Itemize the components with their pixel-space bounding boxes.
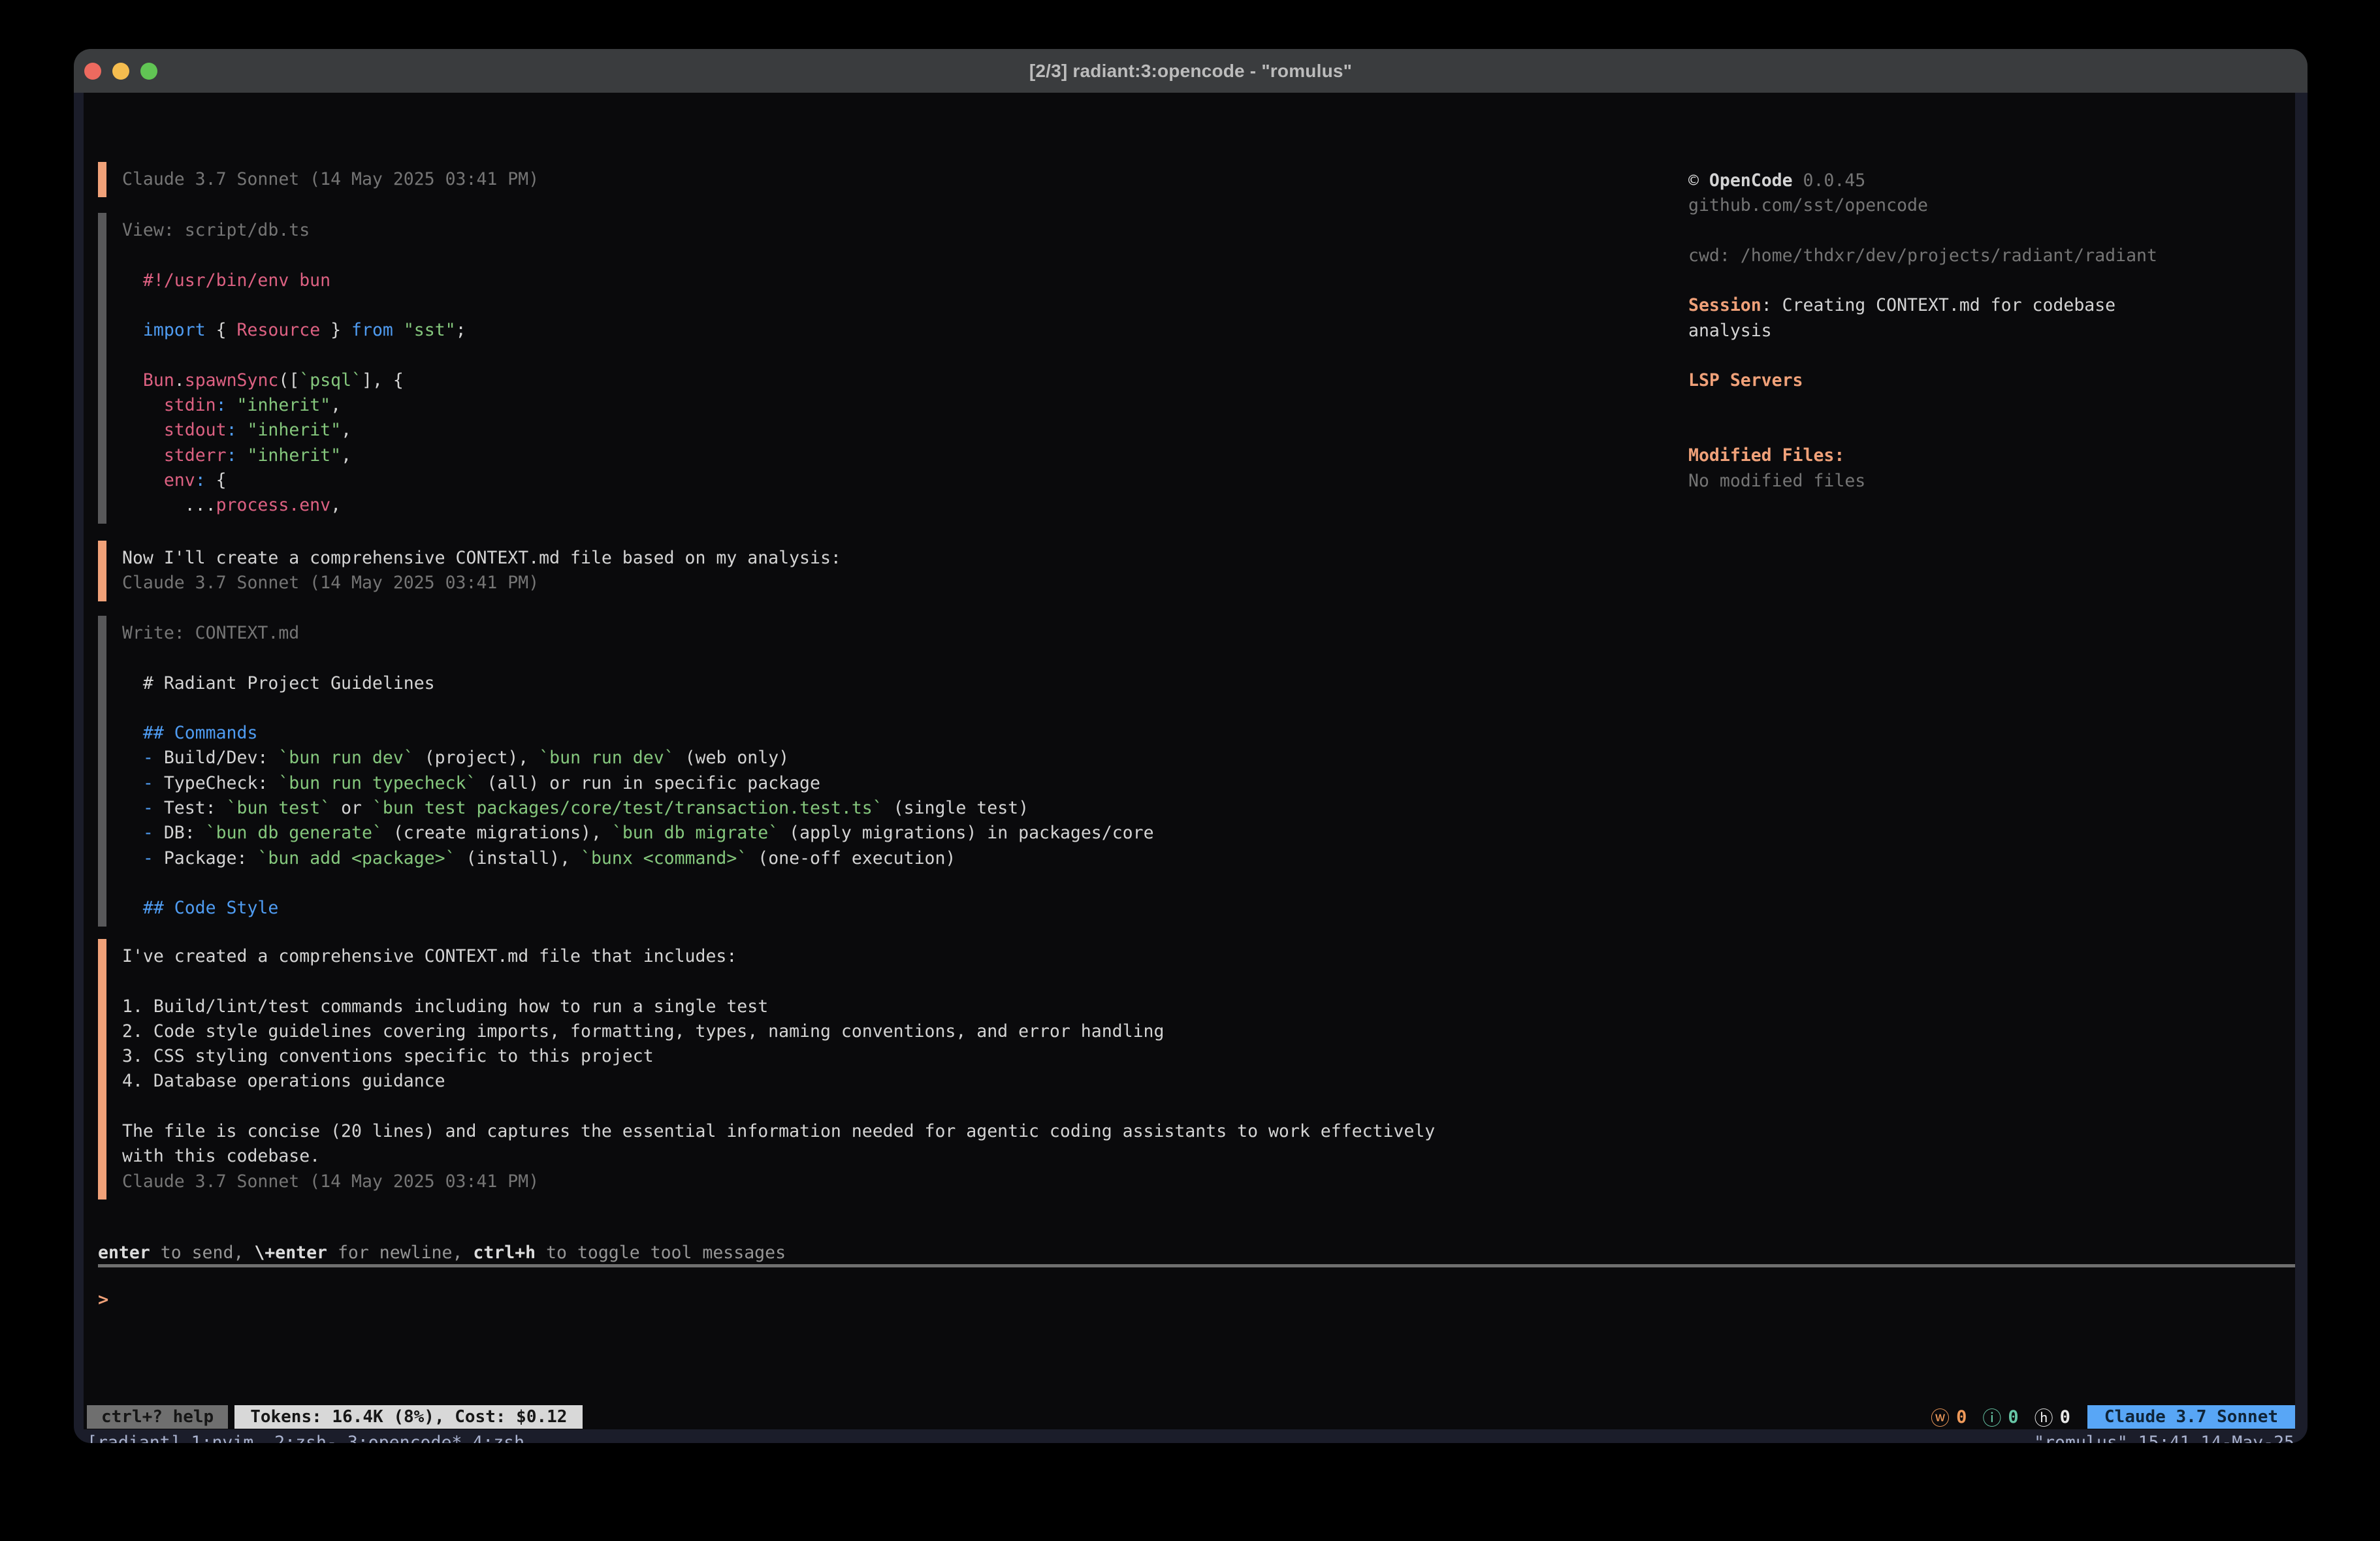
text-line [122,969,1435,994]
info-count: 0 [2008,1407,2018,1427]
text-line [122,343,466,368]
text-line: stderr: "inherit", [122,443,466,468]
assistant-summary-block: I've created a comprehensive CONTEXT.md … [98,939,1435,1199]
text-line: Claude 3.7 Sonnet (14 May 2025 03:41 PM) [122,167,539,192]
text-line [1688,419,2308,443]
warnings-count: 0 [1956,1407,1967,1427]
tmux-status-bar: [radiant] 1:nvim 2:zsh- 3:opencode* 4:zs… [74,1429,2308,1443]
tokens-cost-chip: Tokens: 16.4K (8%), Cost: $0.12 [234,1405,583,1429]
text-line: - Package: `bun add <package>` (install)… [122,846,1154,871]
text-line: 1. Build/lint/test commands including ho… [122,994,1435,1019]
text-line [1688,268,2308,293]
text-line: Claude 3.7 Sonnet (14 May 2025 03:41 PM) [122,571,841,596]
text-line [122,243,466,268]
assistant-message-block: Now I'll create a comprehensive CONTEXT.… [98,541,841,601]
text-line: github.com/sst/opencode [1688,193,2308,218]
text-line: stdout: "inherit", [122,418,466,443]
text-line: # Radiant Project Guidelines [122,671,1154,696]
warnings-icon: ⓦ [1931,1403,1950,1431]
window-titlebar: [2/3] radiant:3:opencode - "romulus" [74,49,2308,93]
text-line: import { Resource } from "sst"; [122,318,466,343]
text-line: No modified files [1688,469,2308,494]
text-line: Write: CONTEXT.md [122,621,1154,646]
text-line [1688,394,2308,419]
text-line: Now I'll create a comprehensive CONTEXT.… [122,546,841,571]
text-line: 2. Code style guidelines covering import… [122,1019,1435,1044]
tool-write-block: Write: CONTEXT.md # Radiant Project Guid… [98,616,1154,927]
info-icon: ⓘ [1982,1403,2001,1431]
text-line: 4. Database operations guidance [122,1069,1435,1094]
text-line: stdin: "inherit", [122,393,466,418]
traffic-lights [84,49,157,93]
diagnostic-info: ⓘ0 [1982,1403,2018,1431]
terminal-content: Claude 3.7 Sonnet (14 May 2025 03:41 PM)… [74,93,2308,1443]
text-line: with this codebase. [122,1144,1435,1169]
text-line [1688,343,2308,368]
text-line: LSP Servers [1688,368,2308,393]
text-line: I've created a comprehensive CONTEXT.md … [122,944,1435,969]
prompt-input[interactable]: > [98,1288,108,1312]
text-line: Modified Files: [1688,443,2308,468]
text-line [122,871,1154,896]
text-line: ...process.env, [122,493,466,518]
text-line: Claude 3.7 Sonnet (14 May 2025 03:41 PM) [122,1169,1435,1194]
text-line [1688,219,2308,244]
tmux-session-info: "romulus" 15:41 14-May-25 [2034,1429,2294,1443]
text-line: - DB: `bun db generate` (create migratio… [122,821,1154,846]
text-line: ## Code Style [122,896,1154,921]
text-line: analysis [1688,319,2308,343]
text-line: - Build/Dev: `bun run dev` (project), `b… [122,746,1154,770]
hints-icon: ⓗ [2034,1403,2053,1431]
model-chip: Claude 3.7 Sonnet [2087,1405,2295,1429]
screen: [2/3] radiant:3:opencode - "romulus" Cla… [0,0,2380,1541]
left-edge-gutter [74,93,84,1443]
text-line: ## Commands [122,721,1154,746]
message-header-block: Claude 3.7 Sonnet (14 May 2025 03:41 PM) [98,162,539,197]
diagnostic-hints: ⓗ0 [2034,1403,2070,1431]
text-line: View: script/db.ts [122,218,466,243]
text-line [122,293,466,318]
keybinding-help-line: enter to send, \+enter for newline, ctrl… [98,1241,786,1265]
text-line: env: { [122,468,466,493]
session-sidebar: © OpenCode 0.0.45github.com/sst/opencode… [1688,168,2308,494]
text-line: The file is concise (20 lines) and captu… [122,1119,1435,1144]
terminal-window: [2/3] radiant:3:opencode - "romulus" Cla… [74,49,2308,1443]
help-shortcut-chip: ctrl+? help [87,1405,228,1429]
input-divider [98,1264,2295,1267]
text-line: enter to send, \+enter for newline, ctrl… [98,1241,786,1265]
diagnostic-warnings: ⓦ0 [1931,1403,1967,1431]
diagnostics: ⓦ0ⓘ0ⓗ0 [1931,1403,2070,1431]
tool-view-block: View: script/db.ts #!/usr/bin/env bun im… [98,213,466,524]
text-line: Session: Creating CONTEXT.md for codebas… [1688,293,2308,318]
status-bar: ctrl+? help Tokens: 16.4K (8%), Cost: $0… [87,1405,2295,1429]
text-line: - TypeCheck: `bun run typecheck` (all) o… [122,771,1154,796]
text-line: - Test: `bun test` or `bun test packages… [122,796,1154,821]
text-line: cwd: /home/thdxr/dev/projects/radiant/ra… [1688,244,2308,268]
text-line: #!/usr/bin/env bun [122,268,466,293]
tmux-windows[interactable]: [radiant] 1:nvim 2:zsh- 3:opencode* 4:zs… [87,1429,524,1443]
hints-count: 0 [2060,1407,2070,1427]
text-line [122,1094,1435,1119]
text-line [122,696,1154,721]
text-line: © OpenCode 0.0.45 [1688,168,2308,193]
text-line: Bun.spawnSync([`psql`], { [122,368,466,393]
window-title: [2/3] radiant:3:opencode - "romulus" [1029,61,1352,82]
text-line [122,646,1154,671]
close-button-icon[interactable] [84,63,101,80]
zoom-button-icon[interactable] [140,63,157,80]
minimize-button-icon[interactable] [112,63,129,80]
text-line: 3. CSS styling conventions specific to t… [122,1044,1435,1069]
